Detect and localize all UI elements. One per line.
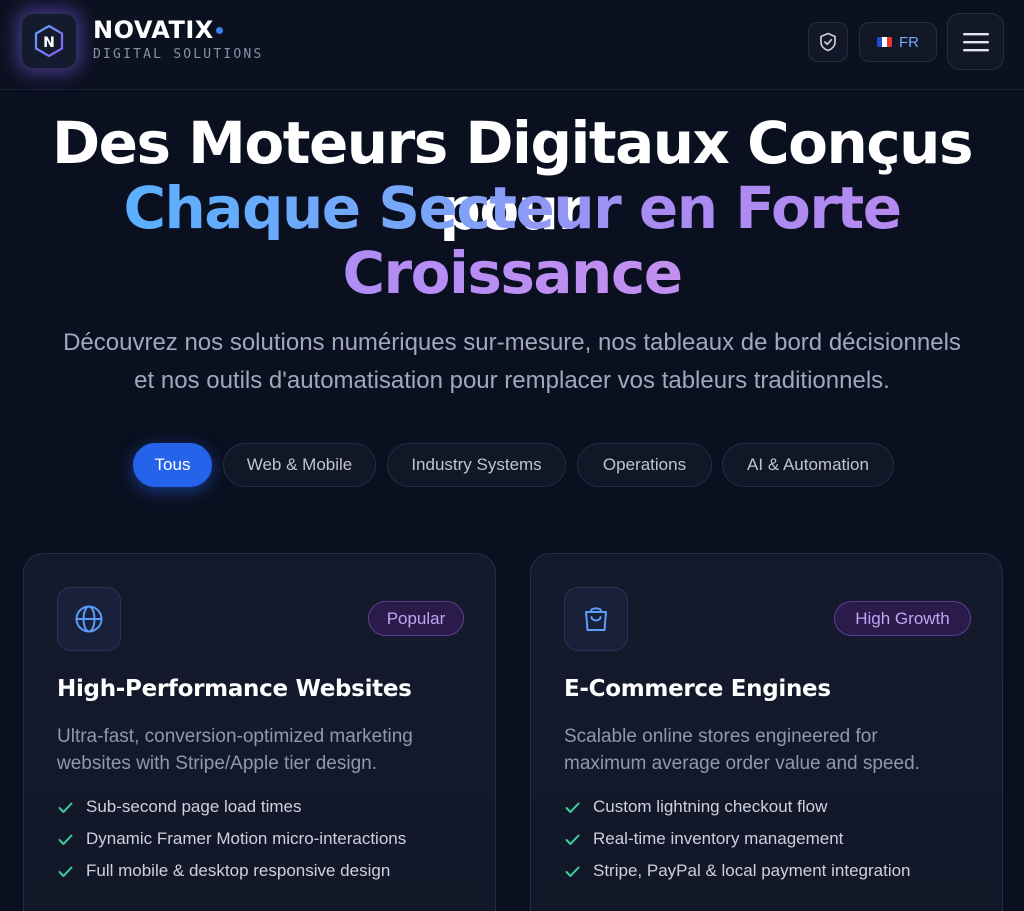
tab-all[interactable]: Tous: [133, 443, 212, 487]
hamburger-menu-icon: [962, 32, 989, 51]
card-description-line-1: Scalable online stores engineered for: [564, 726, 878, 747]
card-icon-box: [564, 587, 628, 651]
tab-web-mobile[interactable]: Web & Mobile: [223, 443, 376, 487]
brand-dot: [216, 27, 223, 34]
card-description: Scalable online stores engineered for ma…: [564, 723, 984, 777]
hero-title-line-2: Chaque Secteur en Forte: [0, 175, 1024, 241]
service-card-websites[interactable]: Popular High-Performance Websites Ultra-…: [23, 553, 496, 911]
menu-button[interactable]: [947, 13, 1004, 70]
site-header: N NOVATIX DIGITAL SOLUTIONS FR: [0, 0, 1024, 90]
logo[interactable]: N: [21, 13, 77, 69]
feature-text: Full mobile & desktop responsive design: [86, 861, 391, 880]
globe-icon: [75, 605, 103, 633]
logo-hexagon-icon: N: [34, 24, 64, 58]
feature-item: Dynamic Framer Motion micro-interactions: [57, 828, 406, 850]
hero-subtitle-line-1: Découvrez nos solutions numériques sur-m…: [63, 329, 961, 356]
card-icon-box: [57, 587, 121, 651]
france-flag-icon: [877, 37, 892, 47]
language-label: FR: [899, 33, 919, 51]
feature-text: Real-time inventory management: [593, 829, 844, 848]
feature-item: Sub-second page load times: [57, 796, 301, 818]
hero-subtitle-line-2: et nos outils d'automatisation pour remp…: [134, 367, 890, 394]
feature-item: Custom lightning checkout flow: [564, 796, 827, 818]
shopping-bag-icon: [585, 607, 607, 631]
brand-name[interactable]: NOVATIX: [93, 16, 214, 44]
hero-title-text-3: Croissance: [342, 239, 683, 307]
feature-text: Dynamic Framer Motion micro-interactions: [86, 829, 407, 848]
feature-text: Sub-second page load times: [86, 797, 302, 816]
shield-check-icon: [820, 32, 836, 52]
card-description: Ultra-fast, conversion-optimized marketi…: [57, 723, 477, 777]
language-switcher[interactable]: FR: [859, 22, 937, 62]
logo-letter: N: [43, 35, 55, 51]
feature-item: Stripe, PayPal & local payment integrati…: [564, 860, 911, 882]
security-button[interactable]: [808, 22, 848, 62]
tab-industry-systems[interactable]: Industry Systems: [387, 443, 566, 487]
badge-high-growth: High Growth: [834, 601, 971, 636]
check-icon: [58, 802, 73, 813]
service-card-ecommerce[interactable]: High Growth E-Commerce Engines Scalable …: [530, 553, 1003, 911]
check-icon: [565, 834, 580, 845]
feature-item: Full mobile & desktop responsive design: [57, 860, 390, 882]
feature-text: Custom lightning checkout flow: [593, 797, 828, 816]
check-icon: [58, 866, 73, 877]
feature-item: Real-time inventory management: [564, 828, 843, 850]
feature-text: Stripe, PayPal & local payment integrati…: [593, 861, 911, 880]
tab-operations[interactable]: Operations: [577, 443, 712, 487]
card-description-line-2: maximum average order value and speed.: [564, 753, 920, 774]
badge-popular: Popular: [368, 601, 464, 636]
page: N NOVATIX DIGITAL SOLUTIONS FR Des Moteu…: [0, 0, 1024, 911]
card-title: High-Performance Websites: [57, 676, 412, 702]
tab-ai-automation[interactable]: AI & Automation: [722, 443, 894, 487]
brand-tagline: DIGITAL SOLUTIONS: [93, 47, 264, 62]
hero-title-text-2: Chaque Secteur en Forte: [123, 174, 902, 242]
check-icon: [565, 866, 580, 877]
check-icon: [565, 802, 580, 813]
hero-title-line-3: Croissance: [0, 240, 1024, 306]
card-description-line-2: websites with Stripe/Apple tier design.: [57, 753, 377, 774]
card-description-line-1: Ultra-fast, conversion-optimized marketi…: [57, 726, 413, 747]
card-title: E-Commerce Engines: [564, 676, 831, 702]
check-icon: [58, 834, 73, 845]
